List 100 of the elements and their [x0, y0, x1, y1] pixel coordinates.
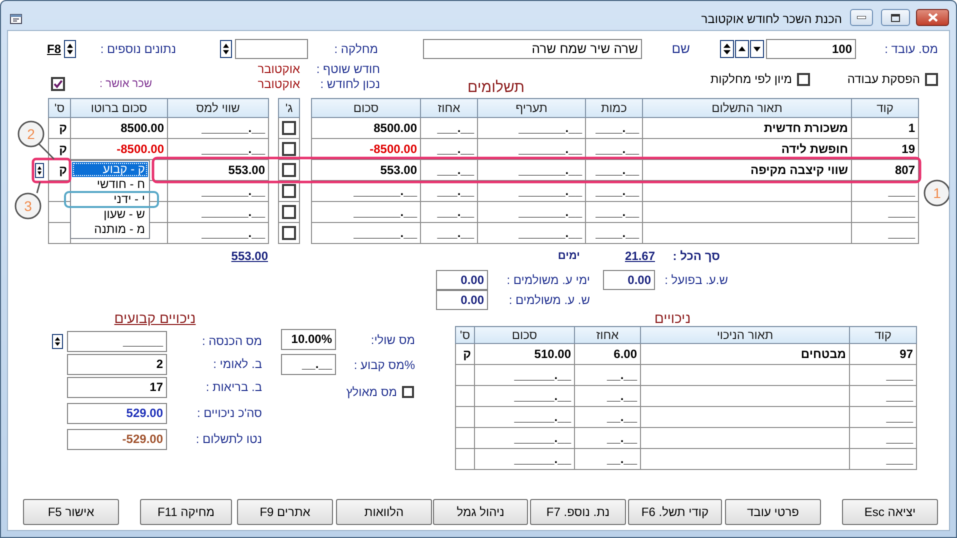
- table-cell: 1: [852, 118, 918, 138]
- checkbox[interactable]: [925, 72, 938, 86]
- checkbox[interactable]: [51, 77, 65, 91]
- table-cell: ____.__: [586, 222, 642, 244]
- table-cell: ______.__: [474, 448, 574, 470]
- value-field[interactable]: -529.00: [67, 429, 167, 450]
- action-button[interactable]: יציאה Esc: [842, 499, 938, 525]
- action-button[interactable]: מחיקה F11: [140, 499, 232, 525]
- employee-number-field[interactable]: 100: [766, 39, 856, 59]
- days-total: 21.67: [624, 249, 655, 263]
- checkbox[interactable]: [282, 226, 296, 240]
- value-field[interactable]: 0.00: [436, 290, 488, 310]
- table-cell: _______.__: [478, 202, 586, 222]
- checkbox[interactable]: [402, 386, 414, 398]
- action-button[interactable]: נת. נוספ. F7: [530, 499, 626, 525]
- spin-button[interactable]: [35, 163, 44, 178]
- up-down-arrows-icon: [36, 164, 43, 177]
- column-header: שווי למס: [168, 98, 268, 118]
- dropdown-option[interactable]: י - ידני: [72, 192, 148, 207]
- close-button[interactable]: [916, 9, 949, 26]
- table-cell: __.__: [574, 448, 640, 470]
- table-cell: ___.__: [420, 118, 478, 138]
- table-cell: ____: [852, 222, 918, 244]
- checkbox[interactable]: [282, 142, 296, 156]
- field-label: שכר אושר :: [98, 77, 152, 91]
- checkbox-label: הפסקת עבודה: [846, 72, 920, 86]
- callout-number: 1: [924, 180, 949, 206]
- field-label: %מס קבוע :: [352, 358, 415, 372]
- table-cell: 510.00: [474, 344, 574, 364]
- checkbox[interactable]: [282, 121, 296, 135]
- value-field[interactable]: 0.00: [603, 270, 655, 290]
- column-header: ס': [48, 98, 70, 118]
- dropdown-option[interactable]: ק - קבוע: [72, 162, 148, 177]
- table-cell: 97: [850, 344, 916, 364]
- down-button[interactable]: [750, 40, 764, 58]
- value-field[interactable]: 17: [67, 377, 167, 398]
- action-button[interactable]: קודי תשל. F6: [628, 499, 722, 525]
- column-header: תאור התשלום: [642, 98, 852, 118]
- column-header: ס': [456, 326, 474, 344]
- up-down-arrows-icon: [221, 41, 231, 57]
- department-field[interactable]: [235, 39, 308, 59]
- total-label: סך הכל :: [672, 249, 720, 263]
- table-cell: 553.00: [168, 160, 268, 180]
- table-cell: מבטחים: [640, 344, 850, 364]
- checkbox[interactable]: [282, 163, 296, 177]
- column-header: קוד: [852, 98, 918, 118]
- table-cell: ק: [48, 160, 70, 180]
- month-value: אוקטובר: [256, 62, 300, 77]
- minimize-button[interactable]: [850, 9, 873, 26]
- spin-button[interactable]: [64, 40, 76, 58]
- action-button[interactable]: ניהול גמל: [433, 499, 528, 525]
- field-label: שם: [670, 42, 690, 56]
- table-cell: __.__: [574, 386, 640, 406]
- maximize-button[interactable]: [881, 9, 910, 26]
- table-cell: __.__: [574, 428, 640, 448]
- table-cell: __.__: [574, 364, 640, 386]
- up-button[interactable]: [735, 40, 749, 58]
- table-cell: ____.__: [586, 160, 642, 180]
- value-field[interactable]: 10.00%: [281, 329, 336, 350]
- table-cell: ק: [456, 344, 474, 364]
- up-down-arrows-icon: [53, 335, 62, 348]
- hotkey-label: F8: [46, 41, 61, 58]
- value-field[interactable]: __.__: [281, 354, 336, 375]
- minimize-icon: [857, 16, 866, 19]
- table-cell: ____: [850, 386, 916, 406]
- value-field[interactable]: 2: [67, 354, 167, 375]
- table-cell: ______.__: [474, 364, 574, 386]
- table-cell: ____: [850, 448, 916, 470]
- table-cell: _______.__: [478, 160, 586, 180]
- callout-number: 3: [14, 192, 42, 220]
- checkbox[interactable]: [282, 205, 296, 219]
- table-cell: _______.__: [168, 202, 268, 222]
- checkbox[interactable]: [797, 72, 810, 86]
- spin-button[interactable]: [220, 40, 232, 58]
- name-field[interactable]: שרה שיר שמח שרה: [423, 39, 642, 59]
- table-cell: שווי קיצבה מקיפה: [642, 160, 852, 180]
- total-amount: 553.00: [230, 249, 268, 263]
- value-field[interactable]: 0.00: [436, 270, 488, 290]
- checkbox-label: מיון לפי מחלקות: [709, 72, 792, 86]
- action-button[interactable]: אישור F5: [23, 499, 119, 525]
- action-button[interactable]: פרטי עובד: [725, 499, 821, 525]
- spin-button[interactable]: [720, 40, 734, 58]
- table-cell: ___.__: [420, 160, 478, 180]
- dropdown-option[interactable]: ח - חודשי: [72, 177, 148, 192]
- value-field[interactable]: ______: [67, 331, 167, 352]
- table-cell: ______.__: [474, 386, 574, 406]
- column-header: תאור הניכוי: [640, 326, 850, 344]
- field-label: סה'כ ניכויים :: [196, 405, 262, 422]
- highlight-frame: [32, 158, 72, 184]
- table-cell: _______.__: [478, 118, 586, 138]
- table-cell: 553.00: [312, 160, 420, 180]
- field-label: נכון לחודש :: [319, 77, 380, 92]
- callout-number: 2: [18, 120, 44, 148]
- spin-button[interactable]: [52, 334, 63, 349]
- checkbox[interactable]: [282, 184, 296, 198]
- value-field[interactable]: 529.00: [67, 403, 167, 424]
- checkbox-label: מס מאולץ: [345, 385, 397, 399]
- action-button[interactable]: הלוואות: [336, 499, 432, 525]
- table-cell: _______.__: [312, 222, 420, 244]
- action-button[interactable]: אתרים F9: [237, 499, 333, 525]
